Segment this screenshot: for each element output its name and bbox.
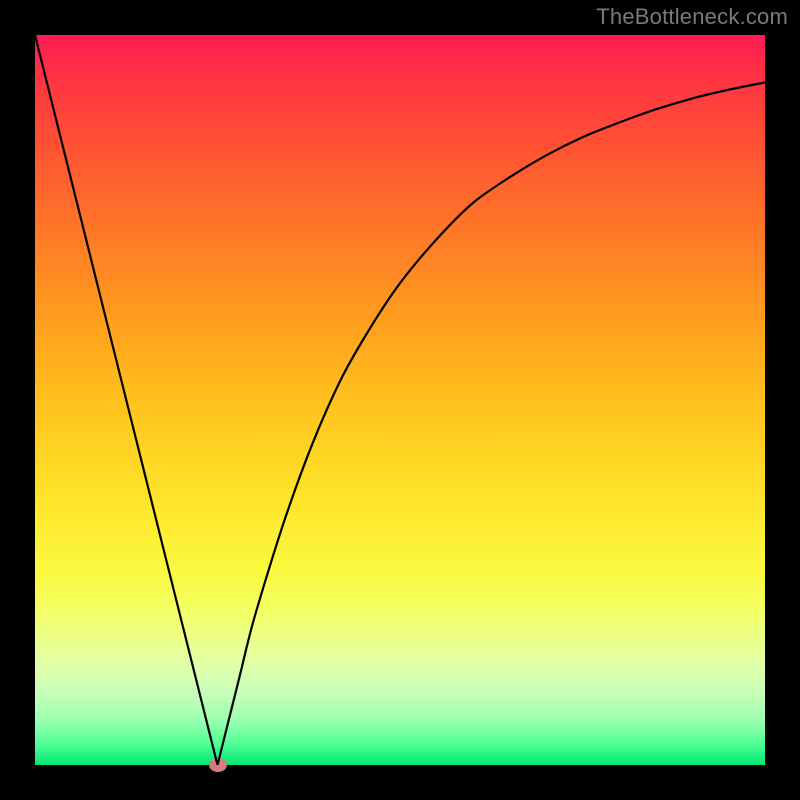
chart-frame: TheBottleneck.com bbox=[0, 0, 800, 800]
watermark-text: TheBottleneck.com bbox=[596, 4, 788, 30]
bottleneck-curve bbox=[35, 35, 765, 765]
plot-area bbox=[35, 35, 765, 765]
